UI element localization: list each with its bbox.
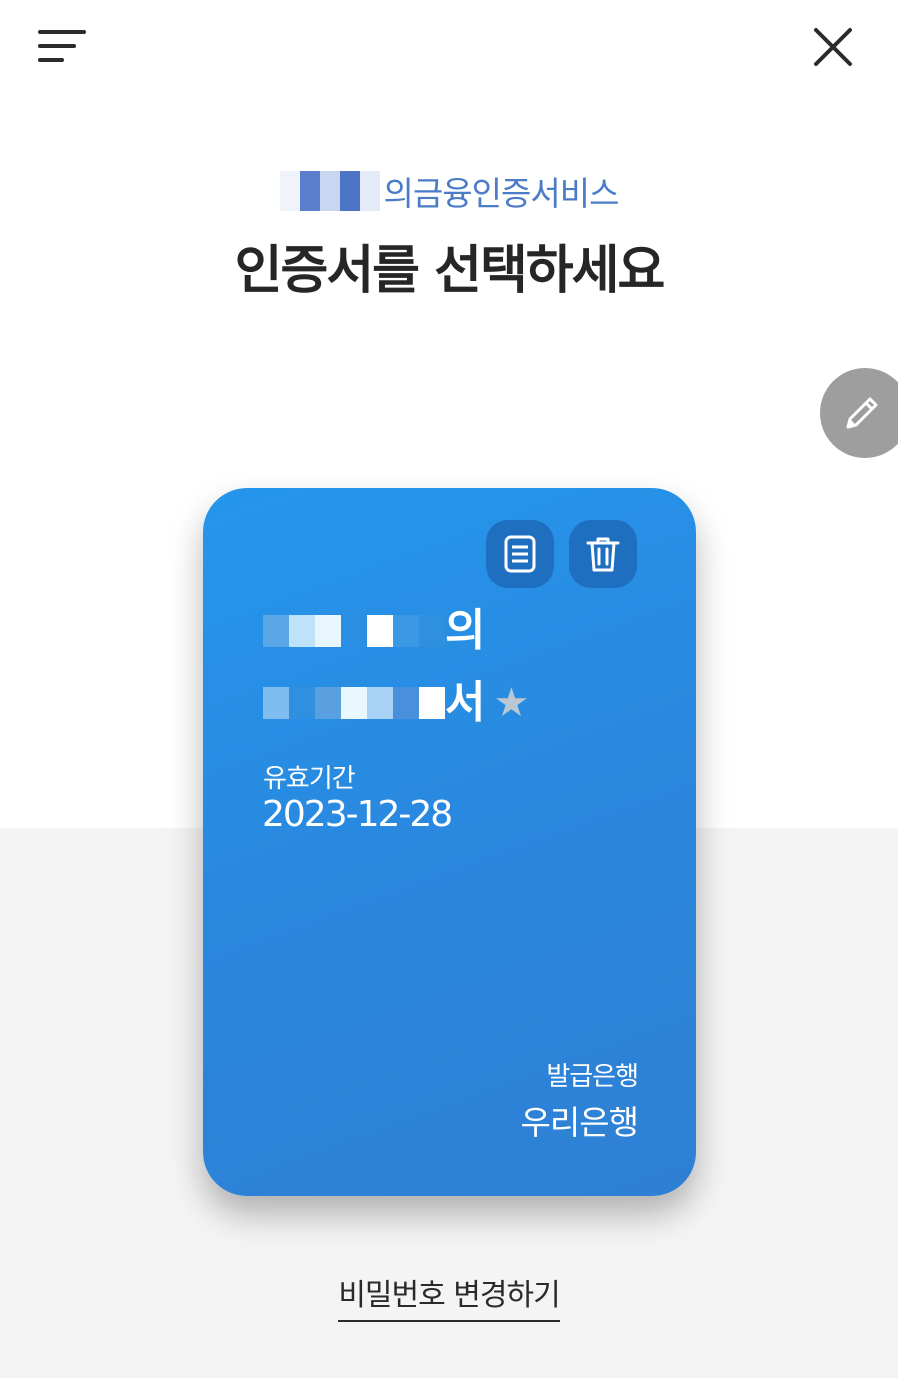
service-title-row: 의금융인증서비스 (0, 168, 898, 214)
validity-label: 유효기간 (263, 764, 356, 794)
pencil-icon (846, 397, 878, 429)
document-icon (504, 535, 536, 573)
issuer-name: 우리은행 (520, 1103, 639, 1142)
certificate-name: 의 서 ★ (263, 606, 563, 750)
certificate-name-line1: 의 (263, 606, 563, 656)
issuer-label: 발급은행 (546, 1062, 639, 1092)
certificate-name-line2-text: 서 (445, 677, 486, 728)
certificate-card[interactable]: 의 서 ★ 유효기간 2023-12-28 발급은행 우리은행 (203, 488, 696, 1196)
certificate-detail-button[interactable] (486, 520, 554, 588)
edit-button[interactable] (820, 368, 898, 458)
page-title: 인증서를 선택하세요 (234, 241, 666, 301)
change-password-row: 비밀번호 변경하기 (0, 1270, 898, 1322)
certificate-delete-button[interactable] (569, 520, 637, 588)
trash-icon (586, 537, 620, 572)
redacted-name-mosaic (279, 171, 380, 211)
change-password-link[interactable]: 비밀번호 변경하기 (338, 1270, 561, 1322)
menu-icon[interactable] (36, 26, 88, 66)
certificate-name-line2: 서 ★ (263, 678, 563, 728)
certificate-name-line1-text: 의 (445, 605, 486, 656)
star-icon[interactable]: ★ (493, 678, 529, 728)
certificate-select-screen: 의금융인증서비스 인증서를 선택하세요 의 서 ★ 유효기간 2023-12-2… (0, 0, 898, 1378)
close-icon[interactable] (808, 22, 858, 72)
validity-date: 2023-12-28 (262, 794, 453, 835)
service-title: 의금융인증서비스 (383, 174, 620, 213)
